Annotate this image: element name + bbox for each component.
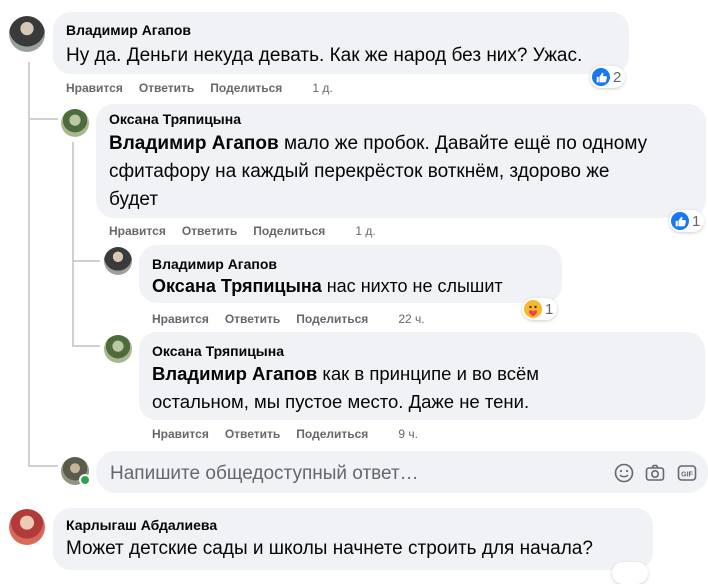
comment-timestamp[interactable]: 22 ч. (398, 312, 424, 326)
reply-input[interactable] (108, 460, 592, 488)
svg-text:GIF: GIF (681, 472, 693, 479)
care-reaction-icon (524, 300, 542, 318)
comment-text: Ну да. Деньги некуда девать. Как же наро… (66, 45, 583, 66)
reaction-badge-partial[interactable] (612, 562, 648, 584)
emoji-icon[interactable] (613, 462, 635, 484)
avatar[interactable] (61, 109, 89, 137)
reaction-count: 2 (613, 68, 622, 86)
reaction-badge[interactable]: 1 (522, 298, 558, 320)
avatar[interactable] (104, 247, 132, 275)
like-button[interactable]: Нравится (109, 224, 166, 238)
thread-line-nested-connector-1 (72, 260, 100, 262)
avatar[interactable] (104, 335, 132, 363)
reply-button[interactable]: Ответить (182, 224, 237, 238)
comment-actions: Нравится Ответить Поделиться 1 д. (66, 81, 333, 95)
like-icon (671, 212, 689, 230)
share-button[interactable]: Поделиться (296, 312, 368, 326)
reply-button[interactable]: Ответить (139, 81, 194, 95)
mention-link[interactable]: Владимир Агапов (152, 363, 317, 384)
thread-line-main (28, 62, 30, 467)
avatar[interactable] (9, 16, 45, 52)
camera-icon[interactable] (644, 462, 666, 484)
like-button[interactable]: Нравится (152, 312, 209, 326)
thread-line-connector-reply (28, 465, 58, 467)
avatar[interactable] (9, 509, 45, 545)
reaction-badge[interactable]: 1 (669, 210, 705, 232)
mention-link[interactable]: Владимир Агапов (109, 133, 279, 154)
share-button[interactable]: Поделиться (210, 81, 282, 95)
comment-author[interactable]: Оксана Тряпицына (152, 343, 284, 359)
reaction-count: 1 (692, 212, 701, 230)
comment-author[interactable]: Владимир Агапов (66, 22, 191, 38)
gif-icon[interactable]: GIF (676, 462, 698, 484)
comment-actions: Нравится Ответить Поделиться 1 д. (109, 224, 376, 238)
like-button[interactable]: Нравится (66, 81, 123, 95)
like-button[interactable]: Нравится (152, 427, 209, 441)
comment-actions: Нравится Ответить Поделиться 22 ч. (152, 312, 425, 326)
like-icon (592, 68, 610, 86)
thread-line-nested-connector-2 (72, 345, 100, 347)
comment-text: Владимир Агапов мало же пробок. Давайте … (109, 133, 648, 210)
mention-link[interactable]: Оксана Тряпицына (152, 276, 322, 296)
share-button[interactable]: Поделиться (296, 427, 368, 441)
comment-timestamp[interactable]: 1 д. (355, 224, 375, 238)
comment-timestamp[interactable]: 1 д. (312, 81, 332, 95)
reaction-badge[interactable]: 2 (590, 66, 626, 88)
reply-button[interactable]: Ответить (225, 427, 280, 441)
thread-line-connector-1 (28, 118, 58, 120)
thread-line-nested (72, 142, 74, 347)
comment-text: Оксана Тряпицына нас нихто не слышит (152, 276, 503, 296)
comment-author[interactable]: Владимир Агапов (152, 256, 277, 272)
comment-text: Владимир Агапов как в принципе и во всём… (152, 363, 539, 412)
comment-author[interactable]: Оксана Тряпицына (109, 111, 241, 127)
online-status-indicator (79, 474, 91, 486)
comment-author[interactable]: Карлыгаш Абдалиева (66, 517, 217, 533)
comment-text: Может детские сады и школы начнете строи… (66, 538, 593, 559)
comment-timestamp[interactable]: 9 ч. (398, 427, 418, 441)
reply-button[interactable]: Ответить (225, 312, 280, 326)
comment-actions: Нравится Ответить Поделиться 9 ч. (152, 427, 418, 441)
reaction-count: 1 (545, 300, 554, 318)
share-button[interactable]: Поделиться (253, 224, 325, 238)
